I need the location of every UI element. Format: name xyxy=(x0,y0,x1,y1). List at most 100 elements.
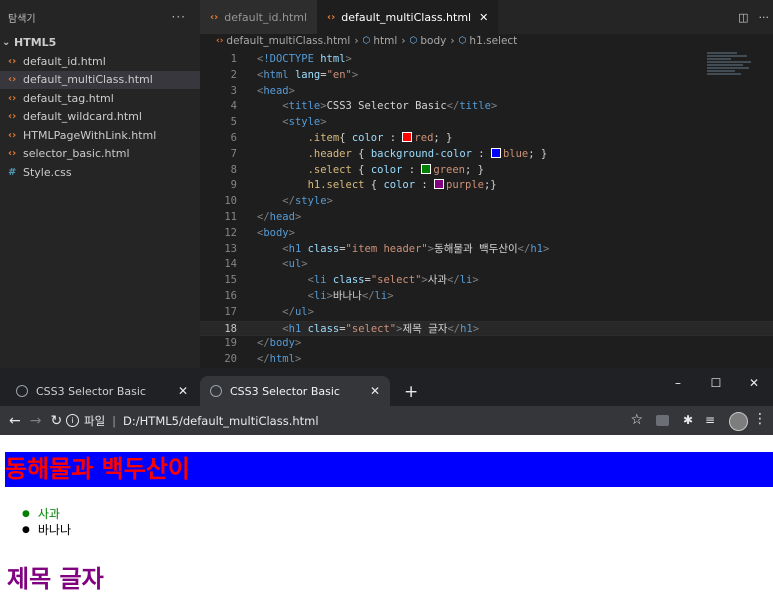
code-line[interactable]: 14 <ul> xyxy=(200,257,773,273)
line-number: 20 xyxy=(224,353,237,366)
code-line[interactable]: 5 <style> xyxy=(200,115,773,131)
file-item[interactable]: ‹› default_tag.html xyxy=(0,89,200,108)
element-icon: ⬡ xyxy=(409,36,418,46)
browser-tab-active[interactable]: CSS3 Selector Basic ✕ xyxy=(200,376,390,406)
browser-tab-title: CSS3 Selector Basic xyxy=(36,384,146,398)
fruit-list: ● 사과 ● 바나나 xyxy=(22,506,71,538)
new-tab-button[interactable]: + xyxy=(404,382,418,402)
folder-html5[interactable]: ⌄ HTML5 xyxy=(0,34,200,50)
address-scheme-label: 파일 xyxy=(84,413,106,428)
heading-item-header: 동해물과 백두산이 xyxy=(5,452,773,487)
code-text: </body> xyxy=(257,337,302,350)
code-line[interactable]: 12 <body> xyxy=(200,226,773,242)
profile-avatar[interactable] xyxy=(729,412,748,431)
globe-icon xyxy=(16,385,28,397)
code-line[interactable]: 16 <li>바나나</li> xyxy=(200,289,773,305)
breadcrumb-item[interactable]: body xyxy=(420,35,446,47)
html-file-icon: ‹› xyxy=(8,92,17,104)
code-line[interactable]: 2 <html lang="en"> xyxy=(200,68,773,84)
address-bar[interactable]: i 파일 | D:/HTML5/default_multiClass.html xyxy=(66,409,638,432)
breadcrumb-item[interactable]: default_multiClass.html xyxy=(226,35,350,47)
breadcrumb-item[interactable]: h1.select xyxy=(469,35,517,47)
split-editor-icon[interactable]: ◫ xyxy=(738,11,748,24)
breadcrumb-item[interactable]: html xyxy=(373,35,397,47)
line-number: 19 xyxy=(224,337,237,350)
close-tab-icon[interactable]: ✕ xyxy=(370,384,380,398)
file-item[interactable]: ‹› default_multiClass.html xyxy=(0,70,200,89)
tab-label: default_multiClass.html xyxy=(341,10,472,24)
color-swatch[interactable] xyxy=(434,179,445,190)
code-line[interactable]: 9 h1.select { color : purple;} xyxy=(200,178,773,194)
file-label: default_id.html xyxy=(23,54,106,68)
close-icon[interactable]: ✕ xyxy=(479,11,488,24)
code-line[interactable]: 18 <h1 class="select">제목 글자</h1> xyxy=(200,320,773,337)
color-swatch[interactable] xyxy=(402,131,413,142)
vscode-window: 탐색기 ··· ⌄ HTML5 ‹› default_id.html ‹› defau… xyxy=(0,0,773,368)
tab-default-multiclass[interactable]: ‹› default_multiClass.html ✕ xyxy=(317,0,499,34)
reading-list-icon[interactable]: ≡ xyxy=(705,413,715,427)
minimap[interactable] xyxy=(707,52,757,92)
breadcrumb-separator: › xyxy=(450,35,455,47)
file-item[interactable]: # Style.css xyxy=(0,163,200,182)
html-file-icon: ‹› xyxy=(8,55,17,67)
reload-icon[interactable]: ↻ xyxy=(50,413,62,429)
html-file-icon: ‹› xyxy=(210,11,219,23)
browser-tab[interactable]: CSS3 Selector Basic ✕ xyxy=(6,376,198,406)
code-editor[interactable]: 1 <!DOCTYPE html> 2 <html lang="en"> 3 <head>… xyxy=(200,52,773,368)
color-swatch[interactable] xyxy=(490,147,501,158)
puzzle-extensions-icon[interactable]: ✱ xyxy=(683,413,693,427)
code-line[interactable]: 8 .select { color : green; } xyxy=(200,163,773,179)
breadcrumb: ‹› default_multiClass.html › ⬡ html › ⬡ … xyxy=(200,34,773,48)
breadcrumb-separator: › xyxy=(401,35,406,47)
minimize-button[interactable]: – xyxy=(659,368,697,398)
code-line[interactable]: 7 .header { background-color : blue; } xyxy=(200,147,773,163)
tab-default-id[interactable]: ‹› default_id.html xyxy=(200,0,318,34)
code-text: </head> xyxy=(257,210,302,223)
line-number: 17 xyxy=(224,305,237,318)
menu-kebab-icon[interactable]: ⋮ xyxy=(753,411,767,427)
code-line[interactable]: 4 <title>CSS3 Selector Basic</title> xyxy=(200,99,773,115)
info-icon[interactable]: i xyxy=(66,414,79,427)
code-text: <html lang="en"> xyxy=(257,68,359,81)
color-swatch[interactable] xyxy=(421,163,432,174)
close-tab-icon[interactable]: ✕ xyxy=(178,384,188,398)
forward-arrow-icon[interactable]: → xyxy=(30,413,42,429)
bullet-icon: ● xyxy=(22,509,30,519)
chevron-down-icon: ⌄ xyxy=(2,36,11,48)
heading-select: 제목 글자 xyxy=(7,565,104,593)
address-divider: | xyxy=(112,413,117,428)
back-arrow-icon[interactable]: ← xyxy=(9,413,21,429)
code-line[interactable]: 19 </body> xyxy=(200,336,773,352)
extension-icon[interactable] xyxy=(656,415,669,426)
file-item[interactable]: ‹› default_wildcard.html xyxy=(0,108,200,127)
code-line[interactable]: 10 </style> xyxy=(200,194,773,210)
file-item[interactable]: ‹› selector_basic.html xyxy=(0,145,200,164)
explorer-header: 탐색기 ··· xyxy=(0,0,200,34)
code-text: <li class="select">사과</li> xyxy=(307,274,479,287)
code-line[interactable]: 11 </head> xyxy=(200,210,773,226)
code-line[interactable]: 13 <h1 class="item header">동해물과 백두산이</h1… xyxy=(200,242,773,258)
more-actions-icon[interactable]: ··· xyxy=(759,11,770,24)
bookmark-star-icon[interactable]: ☆ xyxy=(630,412,643,428)
file-item[interactable]: ‹› default_id.html xyxy=(0,52,200,71)
address-url[interactable]: D:/HTML5/default_multiClass.html xyxy=(123,414,319,428)
code-line[interactable]: 1 <!DOCTYPE html> xyxy=(200,52,773,68)
file-label: HTMLPageWithLink.html xyxy=(23,128,157,142)
code-line[interactable]: 3 <head> xyxy=(200,84,773,100)
line-number: 9 xyxy=(230,179,237,192)
maximize-button[interactable]: ☐ xyxy=(697,368,735,398)
html-file-icon: ‹› xyxy=(8,111,17,123)
code-line[interactable]: 6 .item{ color : red; } xyxy=(200,131,773,147)
line-number: 4 xyxy=(230,100,237,113)
line-number: 3 xyxy=(230,84,237,97)
file-item[interactable]: ‹› HTMLPageWithLink.html xyxy=(0,126,200,145)
list-item-text: 사과 xyxy=(37,507,60,521)
code-text: <style> xyxy=(282,116,327,129)
explorer-sidebar: 탐색기 ··· ⌄ HTML5 ‹› default_id.html ‹› defau… xyxy=(0,0,200,368)
code-line[interactable]: 17 </ul> xyxy=(200,305,773,321)
close-window-button[interactable]: ✕ xyxy=(735,368,773,398)
code-text: <ul> xyxy=(282,258,308,271)
code-line[interactable]: 20 </html> xyxy=(200,352,773,368)
code-line[interactable]: 15 <li class="select">사과</li> xyxy=(200,273,773,289)
more-actions-icon[interactable]: ··· xyxy=(172,10,186,24)
